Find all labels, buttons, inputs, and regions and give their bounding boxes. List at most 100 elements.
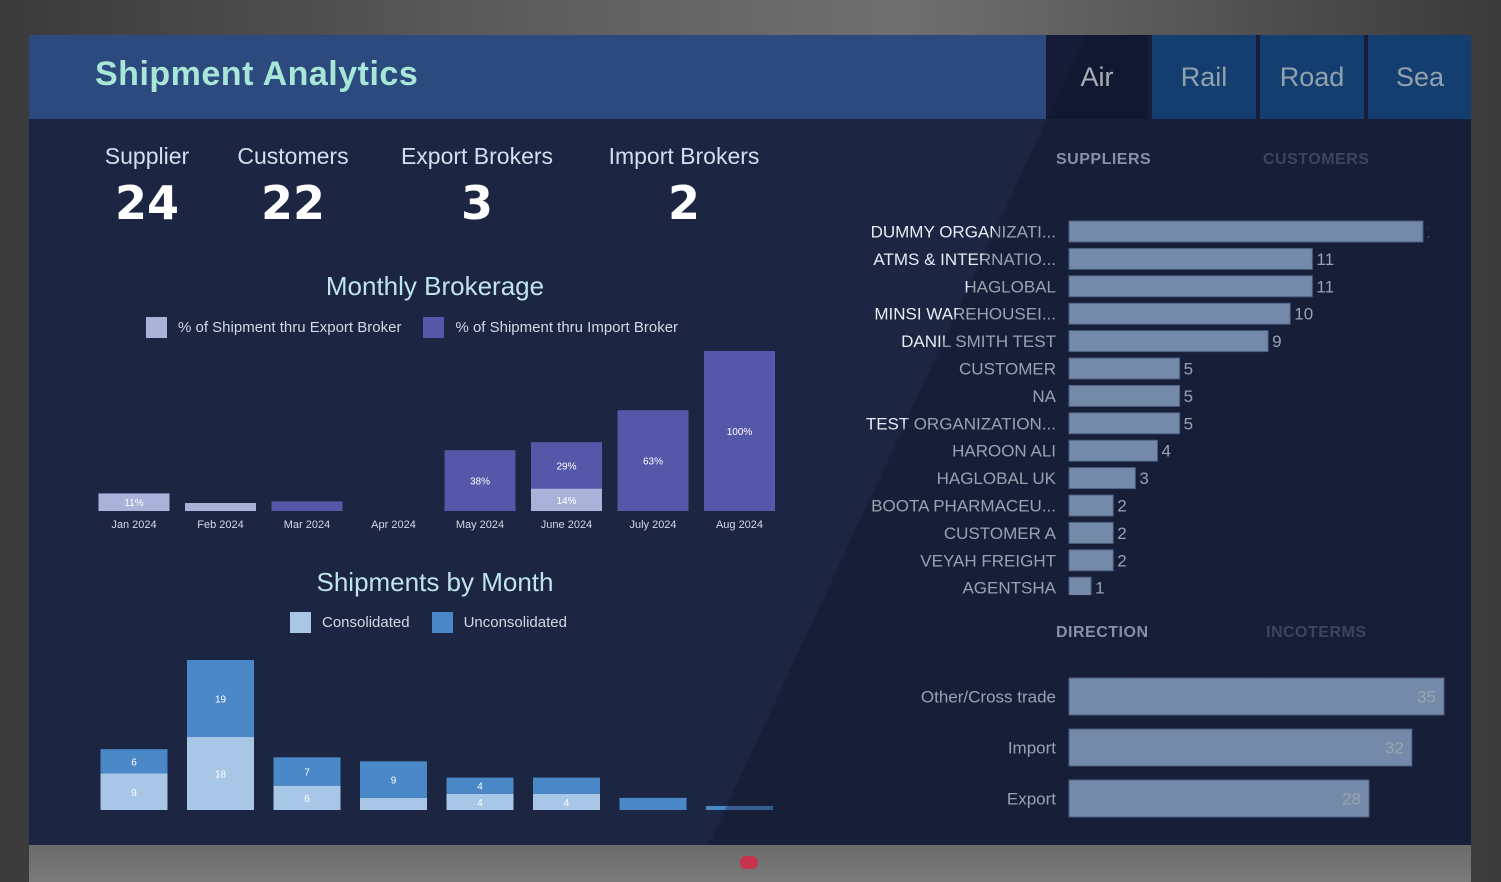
x-tick-label: Jan 2024 bbox=[111, 519, 156, 531]
legend-swatch bbox=[423, 317, 445, 338]
bar[interactable] bbox=[1068, 302, 1291, 325]
data-label: 38% bbox=[470, 477, 490, 488]
legend-swatch bbox=[146, 317, 167, 338]
value-label: 2 bbox=[1117, 497, 1126, 516]
page-title: Shipment Analytics bbox=[95, 55, 419, 93]
legend-item-import-broker[interactable]: % of Shipment thru Import Broker bbox=[423, 317, 678, 338]
bar-consolidated[interactable] bbox=[360, 797, 427, 810]
bar[interactable] bbox=[1068, 467, 1136, 490]
data-label: 29% bbox=[556, 461, 576, 472]
value-label: 32 bbox=[1385, 739, 1404, 758]
tab-suppliers[interactable]: SUPPLIERS bbox=[1056, 151, 1151, 169]
data-label: 4 bbox=[564, 798, 570, 809]
legend-item-consolidated[interactable]: Consolidated bbox=[290, 612, 410, 633]
bar-unconsolidated[interactable] bbox=[619, 797, 687, 810]
bar[interactable] bbox=[1068, 330, 1269, 353]
bar--of-shipment-thru-import-broker[interactable] bbox=[271, 501, 343, 511]
x-tick-label: Feb 2024 bbox=[197, 519, 243, 531]
legend-label: Consolidated bbox=[322, 614, 410, 631]
bar[interactable] bbox=[1068, 357, 1181, 380]
data-label: 6 bbox=[131, 757, 137, 768]
bar-unconsolidated[interactable] bbox=[533, 777, 600, 794]
value-label: 5 bbox=[1184, 387, 1193, 406]
value-label: 5 bbox=[1184, 414, 1193, 433]
legend-item-unconsolidated[interactable]: Unconsolidated bbox=[431, 612, 567, 633]
brokerage-chart: 11% Jan 2024 Feb 2024 Mar 2024 Apr 2024 38% Ma… bbox=[98, 351, 775, 531]
value-label: 10 bbox=[1294, 305, 1313, 324]
category-label: ATMS & INTERNATIO... bbox=[873, 250, 1056, 269]
bar[interactable] bbox=[1068, 247, 1313, 270]
bar[interactable] bbox=[1068, 275, 1313, 298]
kpi-export-brokers: Export Brokers 3 bbox=[387, 143, 567, 230]
bar[interactable] bbox=[1068, 677, 1445, 716]
tab-incoterms[interactable]: INCOTERMS bbox=[1266, 624, 1367, 642]
data-label: 9 bbox=[131, 788, 137, 799]
legend-label: % of Shipment thru Export Broker bbox=[178, 319, 402, 336]
tab-rail[interactable]: Rail bbox=[1152, 35, 1256, 119]
bar[interactable] bbox=[1068, 220, 1424, 243]
x-tick-label: Aug 2024 bbox=[716, 519, 763, 531]
bar--of-shipment-thru-export-broker[interactable] bbox=[185, 503, 256, 511]
value-label: 16 bbox=[1427, 223, 1429, 242]
value-label: 2 bbox=[1117, 524, 1126, 543]
tab-direction[interactable]: DIRECTION bbox=[1056, 624, 1149, 642]
x-tick-label: Apr 2024 bbox=[371, 519, 416, 531]
data-label: 63% bbox=[643, 457, 663, 468]
header-bar: Shipment Analytics bbox=[29, 35, 1046, 119]
data-label: 4 bbox=[477, 798, 483, 809]
bar-unconsolidated[interactable] bbox=[706, 805, 773, 810]
shipments-chart-title: Shipments by Month bbox=[316, 567, 554, 597]
category-label: TEST ORGANIZATION... bbox=[866, 414, 1056, 433]
category-label: HAGLOBAL UK bbox=[937, 469, 1057, 488]
category-label: Import bbox=[1008, 739, 1056, 758]
value-label: 35 bbox=[1417, 688, 1436, 707]
bar[interactable] bbox=[1068, 412, 1181, 435]
kpi-customers: Customers 22 bbox=[225, 143, 361, 230]
bar[interactable] bbox=[1068, 728, 1413, 767]
x-tick-label: June 2024 bbox=[541, 519, 592, 531]
legend-item-export-broker[interactable]: % of Shipment thru Export Broker bbox=[146, 317, 401, 338]
kpi-value: 2 bbox=[667, 176, 700, 230]
bar[interactable] bbox=[1068, 384, 1181, 407]
bar[interactable] bbox=[1068, 494, 1114, 517]
bar[interactable] bbox=[1068, 779, 1370, 818]
category-label: HAROON ALI bbox=[952, 442, 1056, 461]
bar[interactable] bbox=[1068, 439, 1158, 462]
bar[interactable] bbox=[1068, 521, 1114, 544]
brokerage-legend: % of Shipment thru Export Broker % of Sh… bbox=[146, 317, 700, 338]
category-label: CUSTOMER A bbox=[944, 524, 1057, 543]
tab-sea[interactable]: Sea bbox=[1368, 35, 1471, 119]
value-label: 9 bbox=[1272, 332, 1281, 351]
direction-chart: Other/Cross trade 35 Import 32 Export 28 bbox=[921, 677, 1445, 818]
bar[interactable] bbox=[1068, 576, 1092, 595]
value-label: 1 bbox=[1095, 579, 1104, 595]
value-label: 11 bbox=[1316, 277, 1334, 296]
tab-customers[interactable]: CUSTOMERS bbox=[1263, 151, 1369, 169]
kpi-label: Import Brokers bbox=[608, 143, 760, 169]
category-label: Export bbox=[1007, 790, 1056, 809]
dashboard-screen: Shipment Analytics Air Rail Road Sea Sup… bbox=[29, 35, 1471, 845]
category-label: BOOTA PHARMACEU... bbox=[871, 497, 1056, 516]
data-label: 100% bbox=[727, 427, 753, 438]
category-label: CUSTOMER bbox=[959, 360, 1056, 379]
data-label: 18 bbox=[215, 770, 227, 781]
kpi-label: Customers bbox=[237, 143, 349, 169]
kpi-value: 22 bbox=[260, 176, 325, 230]
shipments-chart: 96Jan 20241819Feb 202467Mar 20249Apr 202… bbox=[100, 660, 773, 810]
value-label: 4 bbox=[1162, 442, 1171, 461]
kpi-supplier: Supplier 24 bbox=[89, 143, 205, 230]
kpi-label: Supplier bbox=[104, 143, 190, 169]
legend-label: % of Shipment thru Import Broker bbox=[455, 319, 679, 336]
data-label: 6 bbox=[304, 794, 310, 805]
value-label: 3 bbox=[1139, 469, 1148, 488]
category-label: HAGLOBAL bbox=[964, 277, 1056, 296]
suppliers-chart: DUMMY ORGANIZATI... 16 ATMS & INTERNATIO..… bbox=[866, 220, 1429, 595]
value-label: 2 bbox=[1117, 551, 1126, 570]
bar[interactable] bbox=[1068, 549, 1114, 572]
data-label: 7 bbox=[304, 767, 310, 778]
tab-road[interactable]: Road bbox=[1260, 35, 1364, 119]
tab-air[interactable]: Air bbox=[1046, 35, 1148, 119]
x-tick-label: May 2024 bbox=[456, 519, 504, 531]
value-label: 28 bbox=[1342, 790, 1361, 809]
power-indicator-icon bbox=[740, 856, 758, 869]
